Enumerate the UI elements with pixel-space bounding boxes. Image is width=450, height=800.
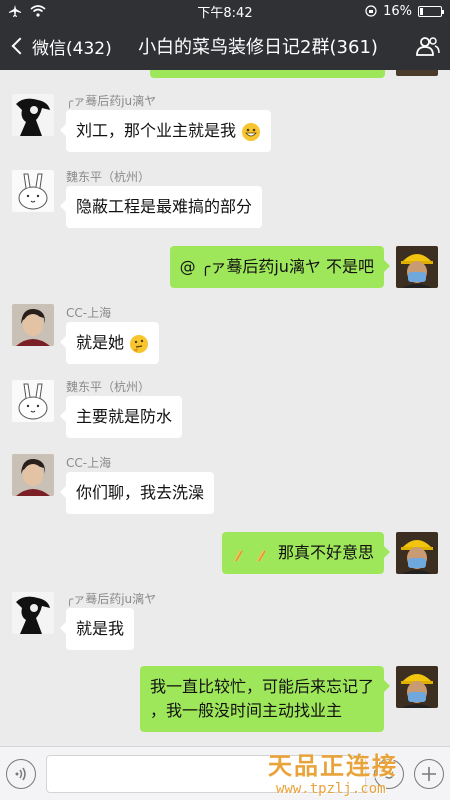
message-bubble[interactable]: 你们聊，我去洗澡 — [59, 472, 215, 514]
message-bubble[interactable]: @ ╭ァ蓦后药ju漓ヤ 不是吧 — [169, 246, 391, 288]
rotation-lock-icon — [365, 5, 377, 17]
message-bubble[interactable]: 主要就是防水 — [59, 396, 183, 438]
grin-emoji — [242, 122, 261, 141]
message-text: 隐蔽工程是最难搞的部分 — [76, 197, 253, 216]
chevron-left-icon — [11, 37, 29, 55]
battery-icon — [418, 5, 444, 17]
sender-name: ╭ァ蓦后药ju漓ヤ — [66, 592, 157, 606]
group-info-button[interactable] — [406, 36, 450, 56]
sender-name: ╭ァ蓦后药ju漓ヤ — [66, 94, 157, 108]
message-text: 刘工，那个业主就是我 — [76, 121, 237, 140]
back-label: 微信(432) — [32, 38, 112, 59]
sender-name: CC-上海 — [66, 456, 112, 470]
pray-emoji — [256, 548, 266, 561]
battery-percent: 16% — [383, 3, 412, 19]
avatar[interactable] — [12, 304, 54, 346]
message-text: ，我一般没时间主动找业主 — [149, 701, 342, 720]
nav-bar: 微信(432) 小白的菜鸟装修日记2群(361) — [0, 22, 450, 70]
message-bubble[interactable]: 刘工，那个业主就是我 — [59, 110, 272, 152]
people-icon — [416, 37, 440, 56]
message-text: @ ╭ァ蓦后药ju漓ヤ 不是吧 — [179, 257, 374, 276]
sender-name: CC-上海 — [66, 306, 112, 320]
avatar-self[interactable] — [396, 246, 438, 288]
voice-button[interactable] — [6, 759, 36, 789]
avatar[interactable] — [12, 592, 54, 634]
avatar-self[interactable] — [396, 666, 438, 708]
message-bubble[interactable]: 就是我 — [59, 608, 135, 650]
message-text: 就是她 — [76, 333, 125, 352]
thinking-emoji — [130, 334, 149, 353]
chat-title: 小白的菜鸟装修日记2群(361) — [138, 37, 378, 58]
message-text: 就是我 — [76, 619, 125, 638]
message-text: 我一直比较忙，可能后来忘记了 — [149, 677, 374, 696]
message-text: 主要就是防水 — [76, 407, 173, 426]
avatar-self — [396, 70, 438, 76]
avatar[interactable] — [12, 454, 54, 496]
back-button[interactable]: 微信(432) — [0, 34, 120, 59]
pray-emoji — [233, 548, 243, 561]
status-bar: 下午8:42 16% — [0, 0, 450, 22]
avatar-self[interactable] — [396, 532, 438, 574]
avatar[interactable] — [12, 170, 54, 212]
sender-name: 魏东平（杭州） — [66, 380, 151, 394]
message-bubble[interactable]: 我一直比较忙，可能后来忘记了 ，我一般没时间主动找业主 — [139, 666, 391, 732]
sender-name: 魏东平（杭州） — [66, 170, 151, 184]
message-text: 那真不好意思 — [277, 543, 374, 562]
chat-area[interactable]: ╭ァ蓦后药ju漓ヤ 刘工，那个业主就是我 魏东平（杭州） 隐蔽工程是最难搞的部分… — [0, 70, 450, 746]
status-time: 下午8:42 — [197, 5, 253, 21]
watermark-url: www.tpzlj.com — [276, 781, 386, 797]
airplane-icon — [9, 5, 21, 17]
message-bubble[interactable]: 那真不好意思 — [221, 532, 391, 574]
message-bubble[interactable]: 隐蔽工程是最难搞的部分 — [59, 186, 263, 228]
avatar[interactable] — [12, 94, 54, 136]
message-bubble-partial — [150, 70, 385, 78]
avatar[interactable] — [12, 380, 54, 422]
message-bubble[interactable]: 就是她 — [59, 322, 160, 364]
wifi-icon — [30, 5, 46, 17]
watermark-title: 天品正连接 — [268, 751, 398, 780]
watermark: 天品正连接 www.tpzlj.com — [268, 746, 448, 797]
message-text: 你们聊，我去洗澡 — [76, 483, 205, 502]
voice-icon — [15, 767, 26, 781]
